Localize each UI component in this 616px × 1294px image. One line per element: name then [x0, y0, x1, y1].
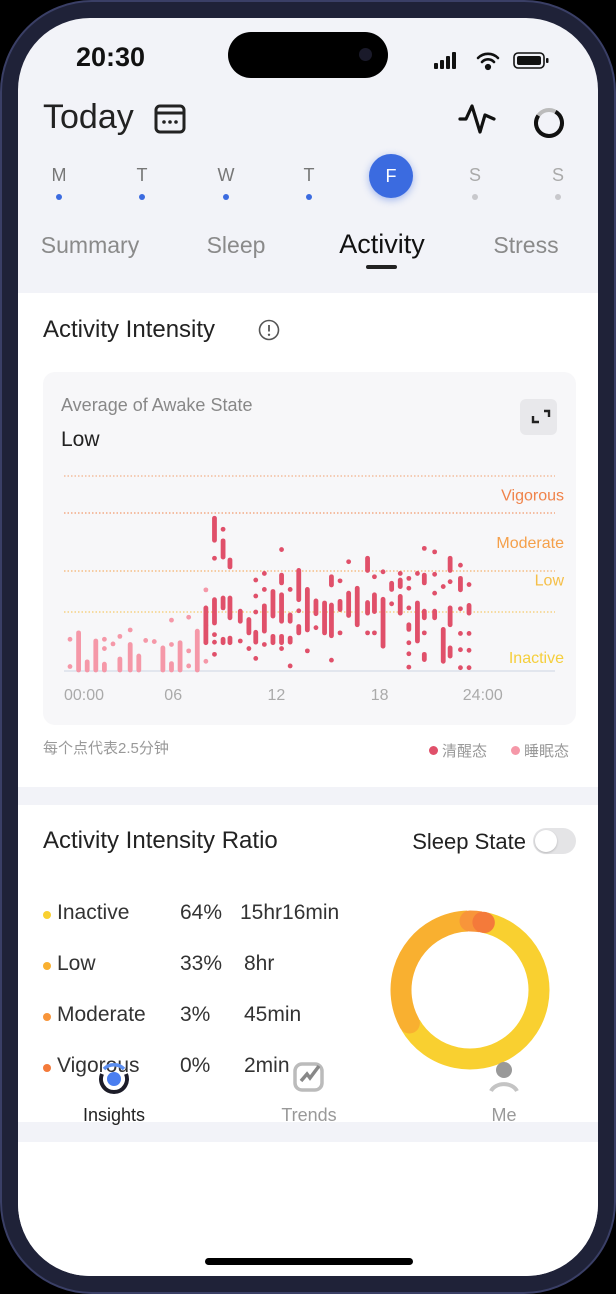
status-time: 20:30	[76, 42, 146, 72]
tab-activity[interactable]: Activity	[339, 229, 425, 260]
page-title: Today	[43, 98, 134, 136]
legend-sleep-swatch	[511, 746, 520, 755]
x-tick-label: 00:00	[64, 687, 104, 704]
signal-icon	[434, 52, 456, 69]
screen: 20:30 Today M T W T F S S Summary Sleep Activity…	[18, 18, 598, 1276]
tab-trends-label: Trends	[281, 1105, 337, 1125]
ratio-percent: 3%	[180, 1003, 211, 1026]
status-icons	[434, 52, 549, 71]
day-0[interactable]: M	[39, 165, 79, 186]
ratio-percent: 33%	[180, 952, 223, 975]
trends-icon	[293, 1062, 324, 1092]
tab-stress[interactable]: Stress	[493, 232, 558, 259]
wifi-icon	[476, 52, 500, 71]
tab-summary[interactable]: Summary	[41, 232, 139, 259]
ratio-label: Moderate	[57, 1003, 146, 1026]
sync-ring-icon[interactable]	[530, 104, 568, 142]
ratio-color-dot	[43, 962, 51, 970]
day-data-dot	[472, 194, 478, 200]
ratio-color-dot	[43, 1064, 51, 1072]
day-2[interactable]: W	[206, 165, 246, 186]
sleep-state-label: Sleep State	[412, 829, 526, 854]
day-data-dot	[306, 194, 312, 200]
pulse-icon[interactable]	[458, 102, 496, 136]
info-icon[interactable]	[258, 319, 280, 341]
ratio-color-dot	[43, 911, 51, 919]
day-data-dot	[555, 194, 561, 200]
x-tick-label: 24:00	[463, 687, 503, 704]
ratio-row-moderate: Moderate 3% 45min	[43, 1003, 363, 1033]
tab-trends[interactable]: Trends	[249, 1060, 369, 1126]
x-tick-label: 06	[164, 687, 182, 704]
battery-icon	[513, 52, 549, 69]
ratio-label: Inactive	[57, 901, 130, 924]
ratio-percent: 64%	[180, 901, 223, 924]
intensity-donut-chart	[389, 908, 551, 1071]
day-5[interactable]: S	[455, 165, 495, 186]
level-label-moderate: Moderate	[496, 535, 564, 552]
person-icon	[489, 1062, 519, 1093]
tab-me[interactable]: Me	[444, 1060, 564, 1126]
level-label-inactive: Inactive	[509, 650, 564, 667]
tab-insights-label: Insights	[82, 1105, 146, 1125]
sleep-state-toggle[interactable]	[533, 828, 576, 854]
active-tab-indicator	[366, 265, 397, 269]
day-3[interactable]: T	[289, 165, 329, 186]
home-indicator[interactable]	[205, 1258, 413, 1265]
chart-footnote: 每个点代表2.5分钟	[43, 740, 169, 757]
insights-icon	[99, 1063, 129, 1094]
x-tick-label: 18	[371, 687, 389, 704]
day-data-dot	[139, 194, 145, 200]
day-selected[interactable]: F	[369, 154, 413, 198]
legend-awake: 清醒态	[429, 740, 487, 761]
dynamic-island	[228, 32, 388, 78]
day-1[interactable]: T	[122, 165, 162, 186]
legend-awake-label: 清醒态	[442, 743, 488, 760]
activity-intensity-title: Activity Intensity	[43, 316, 216, 343]
ratio-label: Low	[57, 952, 96, 975]
day-6[interactable]: S	[538, 165, 578, 186]
tab-sleep[interactable]: Sleep	[207, 232, 266, 259]
ratio-duration: 8hr	[244, 952, 275, 975]
legend-awake-swatch	[429, 746, 438, 755]
ratio-percent: 0%	[180, 1054, 211, 1077]
ratio-row-inactive: Inactive 64% 15hr16min	[43, 901, 363, 931]
level-label-low: Low	[535, 573, 565, 590]
x-tick-label: 12	[268, 687, 286, 704]
ratio-duration: 45min	[244, 1003, 302, 1026]
day-data-dot	[223, 194, 229, 200]
tab-me-label: Me	[491, 1105, 517, 1125]
legend-sleep-label: 睡眠态	[524, 743, 570, 760]
level-label-vigorous: Vigorous	[501, 488, 564, 505]
ratio-color-dot	[43, 1013, 51, 1021]
day-data-dot	[56, 194, 62, 200]
intensity-ratio-title: Activity Intensity Ratio	[43, 827, 278, 854]
legend-sleep: 睡眠态	[511, 740, 569, 761]
ratio-duration: 15hr16min	[240, 901, 340, 924]
tab-insights[interactable]: Insights	[54, 1060, 174, 1126]
calendar-icon[interactable]	[154, 104, 186, 134]
bottom-tab-bar	[18, 1142, 598, 1276]
ratio-row-low: Low 33% 8hr	[43, 952, 363, 982]
activity-intensity-chart: Inactive Low Moderate Vigorous 00:00 06 12 18 24…	[64, 475, 565, 704]
